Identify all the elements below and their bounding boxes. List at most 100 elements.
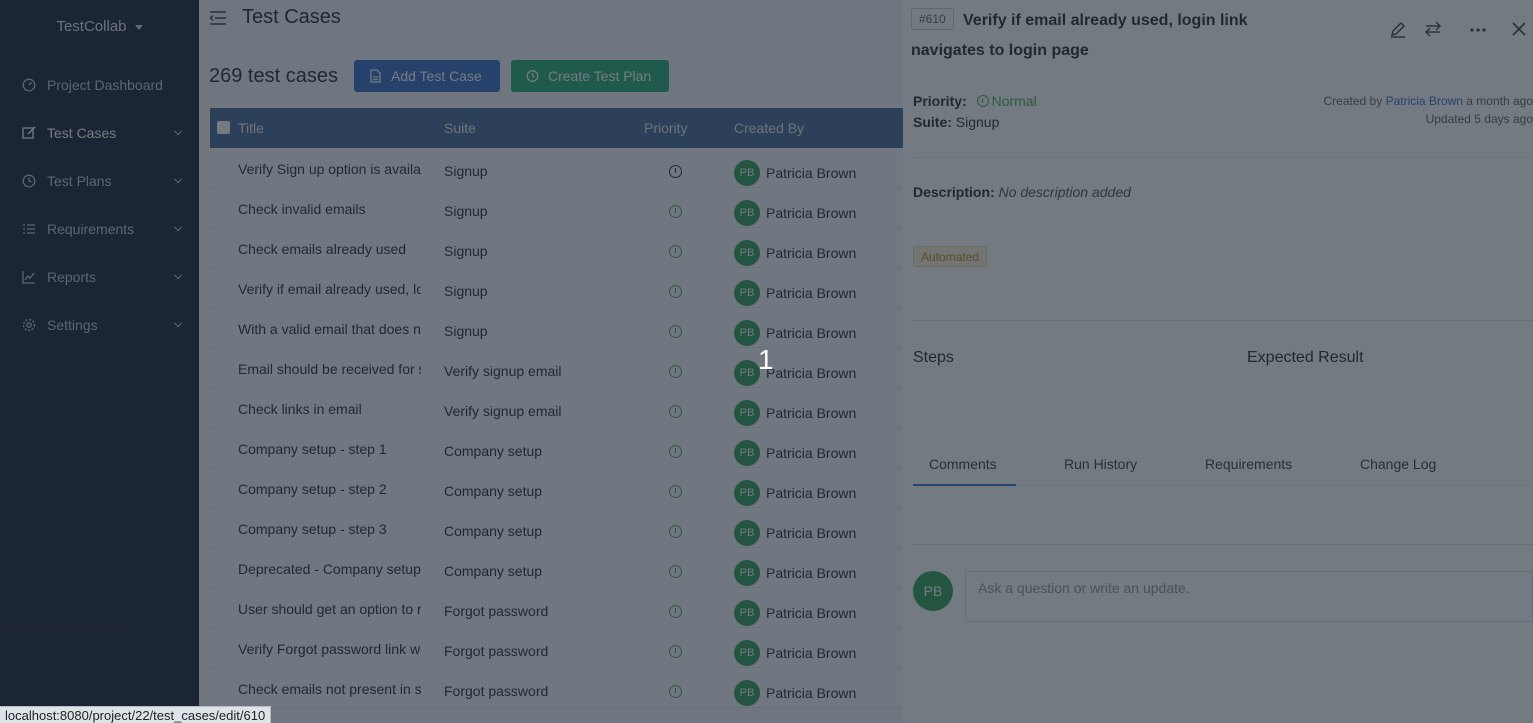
row-title[interactable]: With a valid email that does not exist — [238, 321, 421, 337]
row-created-by: Patricia Brown — [766, 685, 857, 701]
row-title[interactable]: Verify if email already used, login link… — [238, 281, 421, 297]
gear-icon — [22, 318, 36, 332]
table-row[interactable]: Verify Sign up option is available Signup… — [210, 148, 903, 188]
row-suite: Signup — [444, 323, 488, 339]
priority-field: Priority: Normal — [913, 93, 1037, 109]
row-suite: Forgot password — [444, 643, 549, 659]
priority-normal-icon — [669, 205, 682, 218]
divider — [913, 157, 1533, 158]
close-icon[interactable] — [1510, 20, 1528, 38]
chevron-down-icon — [173, 318, 183, 328]
priority-normal-icon — [669, 365, 682, 378]
tab-requirements[interactable]: Requirements — [1205, 456, 1292, 472]
table-row[interactable]: User should get an option to reset Forgot… — [210, 588, 903, 628]
priority-normal-icon — [669, 645, 682, 658]
row-title[interactable]: Check invalid emails — [238, 201, 421, 217]
column-header-priority[interactable]: Priority — [644, 120, 688, 136]
add-test-case-button[interactable]: Add Test Case — [354, 60, 500, 92]
avatar: PB — [734, 560, 760, 586]
priority-normal-icon — [669, 325, 682, 338]
tab-run-history[interactable]: Run History — [1064, 456, 1137, 472]
row-title[interactable]: Company setup - step 2 — [238, 481, 421, 497]
create-test-plan-button[interactable]: Create Test Plan — [511, 60, 669, 92]
row-title[interactable]: Verify Forgot password link works — [238, 641, 421, 657]
test-case-table: Title Suite Priority Created By Verify S… — [210, 108, 903, 708]
test-case-count: 269 test cases — [209, 65, 338, 87]
sidebar-item-reports[interactable]: Reports — [0, 259, 199, 295]
row-title[interactable]: Deprecated - Company setup — [238, 561, 421, 577]
table-row[interactable]: Deprecated - Company setup Company setup P… — [210, 548, 903, 588]
tab-comments[interactable]: Comments — [929, 456, 997, 472]
row-title[interactable]: Verify Sign up option is available — [238, 161, 421, 177]
active-tab-indicator — [913, 484, 1016, 486]
avatar: PB — [734, 280, 760, 306]
table-row[interactable]: Verify Forgot password link works Forgot … — [210, 628, 903, 668]
avatar: PB — [734, 520, 760, 546]
caret-down-icon — [134, 24, 143, 30]
comment-input[interactable]: Ask a question or write an update. — [965, 571, 1533, 622]
row-title[interactable]: Check emails already used — [238, 241, 421, 257]
row-created-by: Patricia Brown — [766, 605, 857, 621]
swap-icon[interactable] — [1424, 20, 1442, 38]
table-row[interactable]: Company setup - step 2 Company setup PB Pat… — [210, 468, 903, 508]
row-title[interactable]: Check links in email — [238, 401, 421, 417]
row-created-by: Patricia Brown — [766, 325, 857, 341]
table-row[interactable]: Check invalid emails Signup PB Patricia Bro… — [210, 188, 903, 228]
table-row[interactable]: Company setup - step 3 Company setup PB Pat… — [210, 508, 903, 548]
edit-icon[interactable] — [1389, 20, 1407, 38]
sidebar-item-test-plans[interactable]: Test Plans — [0, 163, 199, 199]
row-suite: Signup — [444, 283, 488, 299]
table-body: Verify Sign up option is available Signup… — [210, 148, 903, 708]
column-header-suite[interactable]: Suite — [444, 120, 476, 136]
sidebar-item-requirements[interactable]: Requirements — [0, 211, 199, 247]
row-created-by: Patricia Brown — [766, 565, 857, 581]
row-created-by: Patricia Brown — [766, 405, 857, 421]
status-bar-url: localhost:8080/project/22/test_cases/edi… — [0, 706, 272, 723]
chevron-down-icon — [173, 270, 183, 280]
priority-value: Normal — [971, 93, 1037, 109]
column-header-created-by[interactable]: Created By — [734, 120, 804, 136]
row-title[interactable]: Email should be received for signup — [238, 361, 421, 377]
menu-toggle-icon[interactable] — [209, 10, 227, 26]
dashboard-icon — [22, 78, 36, 92]
row-title[interactable]: Company setup - step 3 — [238, 521, 421, 537]
row-created-by: Patricia Brown — [766, 365, 857, 381]
page-indicator: 1 — [758, 344, 774, 375]
suite-value: Signup — [955, 114, 1000, 130]
row-suite: Company setup — [444, 563, 543, 579]
project-switcher[interactable]: TestCollab — [0, 18, 199, 35]
created-by-link[interactable]: Patricia Brown — [1386, 94, 1463, 108]
row-created-by: Patricia Brown — [766, 645, 857, 661]
table-row[interactable]: Check emails already used Signup PB Patrici… — [210, 228, 903, 268]
row-suite: Signup — [444, 243, 488, 259]
sidebar-item-settings[interactable]: Settings — [0, 307, 199, 343]
table-row[interactable]: Check emails not present in system Forgot… — [210, 668, 903, 708]
select-all-checkbox[interactable] — [217, 121, 230, 134]
row-created-by: Patricia Brown — [766, 525, 857, 541]
row-title[interactable]: User should get an option to reset — [238, 601, 421, 617]
more-options-icon[interactable] — [1469, 20, 1487, 38]
sidebar-item-label: Test Cases — [47, 125, 117, 141]
sidebar-item-test-cases[interactable]: Test Cases — [0, 115, 199, 151]
tab-change-log[interactable]: Change Log — [1360, 456, 1436, 472]
avatar: PB — [734, 160, 760, 186]
row-title[interactable]: Company setup - step 1 — [238, 441, 421, 457]
row-title[interactable]: Check emails not present in system — [238, 681, 421, 697]
column-header-title[interactable]: Title — [238, 120, 264, 136]
priority-normal-icon — [669, 605, 682, 618]
avatar: PB — [734, 360, 760, 386]
priority-normal-icon — [669, 405, 682, 418]
sidebar-item-project-dashboard[interactable]: Project Dashboard — [0, 67, 199, 103]
avatar: PB — [734, 400, 760, 426]
priority-normal-icon — [669, 685, 682, 698]
sidebar-item-label: Requirements — [47, 221, 135, 237]
table-row[interactable]: Verify if email already used, login link… — [210, 268, 903, 308]
table-row[interactable]: Check links in email Verify signup email P… — [210, 388, 903, 428]
edit-icon — [22, 126, 36, 140]
table-row[interactable]: With a valid email that does not exist Si… — [210, 308, 903, 348]
table-row[interactable]: Company setup - step 1 Company setup PB Pat… — [210, 428, 903, 468]
avatar: PB — [734, 600, 760, 626]
avatar: PB — [734, 480, 760, 506]
table-row[interactable]: Email should be received for signup Verif… — [210, 348, 903, 388]
suite-label: Suite: — [913, 114, 952, 130]
